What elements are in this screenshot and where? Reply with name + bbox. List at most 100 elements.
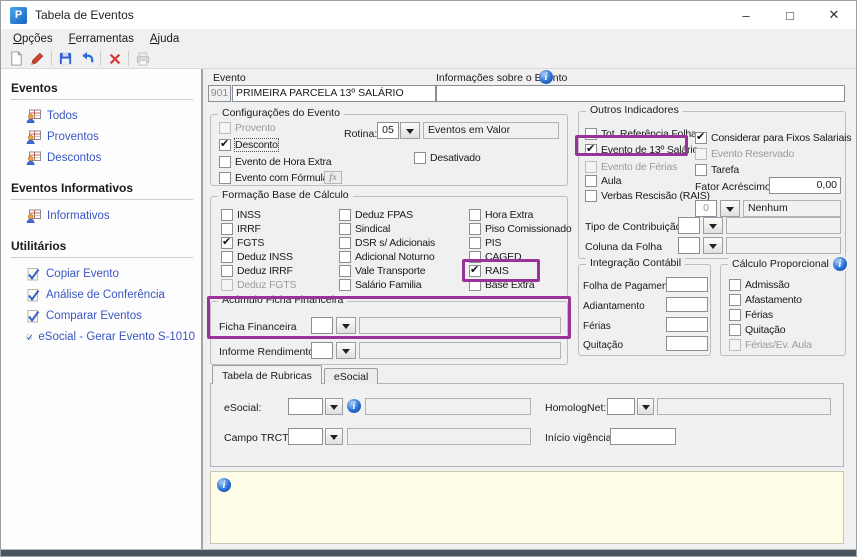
coluna-da-folha-dropdown-button[interactable] [703,237,723,254]
sidebar-item-todos[interactable]: Todos [26,109,195,123]
fator-acrescimo-field[interactable]: 0,00 [769,177,841,194]
checkbox-salario-familia[interactable]: Salário Familia [339,279,422,291]
checkbox-base-extra[interactable]: Base Extra [469,279,535,291]
ficha-financeira-combo[interactable] [311,317,333,334]
checkbox-aula[interactable]: Aula [585,175,621,187]
checkbox-adicional-noturno[interactable]: Adicional Noturno [339,251,435,263]
adiantamento-field[interactable] [666,297,708,312]
checkbox-box [219,156,231,168]
tab-esocial[interactable]: eSocial [323,368,379,384]
ficha-financeira-label: Ficha Financeira [219,321,297,333]
checkbox-pis[interactable]: PIS [469,237,502,249]
info-evento-info-icon[interactable] [539,70,553,84]
minimize-button[interactable]: – [724,1,768,29]
checkbox-box [729,339,741,351]
coluna-da-folha-combo[interactable] [678,237,700,254]
campo-trct-dropdown-button[interactable] [325,428,343,445]
main-panel: Evento 901 PRIMEIRA PARCELA 13º SALÁRIO … [203,69,856,549]
check-task-icon [27,268,40,281]
checkbox-box [339,209,351,221]
tipo-contribuicao-combo[interactable] [678,217,700,234]
ferias-field[interactable] [666,317,708,332]
checkbox-dsr-adicionais[interactable]: DSR s/ Adicionais [339,237,435,249]
menu-ajuda[interactable]: Ajuda [142,31,187,47]
checkbox-deduz-fpas[interactable]: Deduz FPAS [339,209,413,221]
sidebar-item-informativos[interactable]: Informativos [26,209,195,223]
close-button[interactable]: ✕ [812,1,856,29]
checkbox-desativado[interactable]: Desativado [414,152,481,164]
checkbox-verbas-rescisao-rais[interactable]: Verbas Rescisão (RAIS) [585,190,710,202]
checkbox-box [469,251,481,263]
folha-de-pagamento-field[interactable] [666,277,708,292]
info-evento-field[interactable] [436,85,845,102]
tab-tabela-de-rubricas[interactable]: Tabela de Rubricas [212,365,322,384]
check-task-icon [27,310,40,323]
sidebar-item-comparar-eventos[interactable]: Comparar Eventos [26,309,195,323]
checkbox-considerar-fixos-salariais[interactable]: Considerar para Fixos Salariais [695,130,851,144]
checkbox-box [469,209,481,221]
checkbox-sindical[interactable]: Sindical [339,223,390,235]
checkbox-evento-com-formula[interactable]: Evento com Fórmula [219,172,328,184]
campo-trct-combo[interactable] [288,428,323,445]
checkbox-admissao[interactable]: Admissão [729,279,790,291]
new-document-icon[interactable] [6,49,27,68]
menu-ferramentas[interactable]: Ferramentas [61,31,142,47]
checkbox-desconto[interactable]: Desconto [219,137,279,152]
esocial-info-icon[interactable] [347,399,361,413]
maximize-button[interactable]: □ [768,1,812,29]
checkbox-evento-13-salario[interactable]: Evento de 13º Salário [585,142,698,156]
menu-bar: Opções Ferramentas Ajuda [1,29,856,49]
nenhum-dropdown-button[interactable] [720,200,740,217]
inicio-vigencia-field[interactable] [610,428,676,445]
checkbox-quitacao-proporcional[interactable]: Quitação [729,324,786,336]
homolognet-combo[interactable] [607,398,635,415]
sidebar-item-descontos[interactable]: Descontos [26,151,195,165]
checkbox-afastamento[interactable]: Afastamento [729,294,802,306]
tab-bar: Tabela de Rubricas eSocial [212,365,380,384]
esocial-dropdown-button[interactable] [325,398,343,415]
sidebar-item-proventos[interactable]: Proventos [26,130,195,144]
checkbox-tarefa[interactable]: Tarefa [695,164,739,176]
edit-pencil-icon[interactable] [27,49,48,68]
informe-rendimentos-combo[interactable] [311,342,333,359]
save-icon[interactable] [55,49,76,68]
ficha-financeira-dropdown-button[interactable] [336,317,356,334]
checkbox-rais[interactable]: RAIS [469,263,509,277]
calculo-proporcional-info-icon[interactable] [832,257,847,271]
checkbox-deduz-irrf[interactable]: Deduz IRRF [221,265,293,277]
group-formacao-base-de-calculo: Formação Base de Cálculo INSS IRRF FGTS … [210,189,572,297]
evento-name-field[interactable]: PRIMEIRA PARCELA 13º SALÁRIO [232,85,436,102]
esocial-combo[interactable] [288,398,323,415]
adiantamento-label: Adiantamento [583,301,645,312]
checkbox-ferias-proporcional[interactable]: Férias [729,309,773,321]
checkbox-deduz-inss[interactable]: Deduz INSS [221,251,293,263]
menu-opcoes[interactable]: Opções [5,31,61,47]
informe-rendimentos-dropdown-button[interactable] [336,342,356,359]
checkbox-vale-transporte[interactable]: Vale Transporte [339,265,426,277]
checkbox-box [221,209,233,221]
homolognet-dropdown-button[interactable] [637,398,654,415]
sidebar-item-analise-de-conferencia[interactable]: Análise de Conferência [26,288,195,302]
toolbar [1,49,856,69]
checkbox-box [221,235,233,249]
checkbox-tot-referencia-folha[interactable]: Tot. Referência Folha [585,128,697,140]
checkbox-caged[interactable]: CAGED [469,251,522,263]
coluna-da-folha-descr-field [726,237,841,254]
checkbox-fgts[interactable]: FGTS [221,235,264,249]
coluna-da-folha-label: Coluna da Folha [585,241,663,253]
checkbox-box [469,263,481,277]
delete-icon[interactable] [104,49,125,68]
checkbox-deduz-fgts: Deduz FGTS [221,279,296,291]
sidebar-item-esocial-gerar-evento[interactable]: eSocial - Gerar Evento S-1010 [26,330,195,344]
undo-icon[interactable] [76,49,97,68]
tipo-contribuicao-dropdown-button[interactable] [703,217,723,234]
rotina-code-combo[interactable]: 05 [377,122,399,139]
quitacao-field[interactable] [666,336,708,351]
checkbox-hora-extra[interactable]: Hora Extra [469,209,533,221]
checkbox-irrf[interactable]: IRRF [221,223,261,235]
checkbox-piso-comissionado[interactable]: Piso Comissionado [469,223,572,235]
checkbox-inss[interactable]: INSS [221,209,261,221]
checkbox-evento-hora-extra[interactable]: Evento de Hora Extra [219,156,332,168]
sidebar-item-copiar-evento[interactable]: Copiar Evento [26,267,195,281]
rotina-dropdown-button[interactable] [400,122,420,139]
